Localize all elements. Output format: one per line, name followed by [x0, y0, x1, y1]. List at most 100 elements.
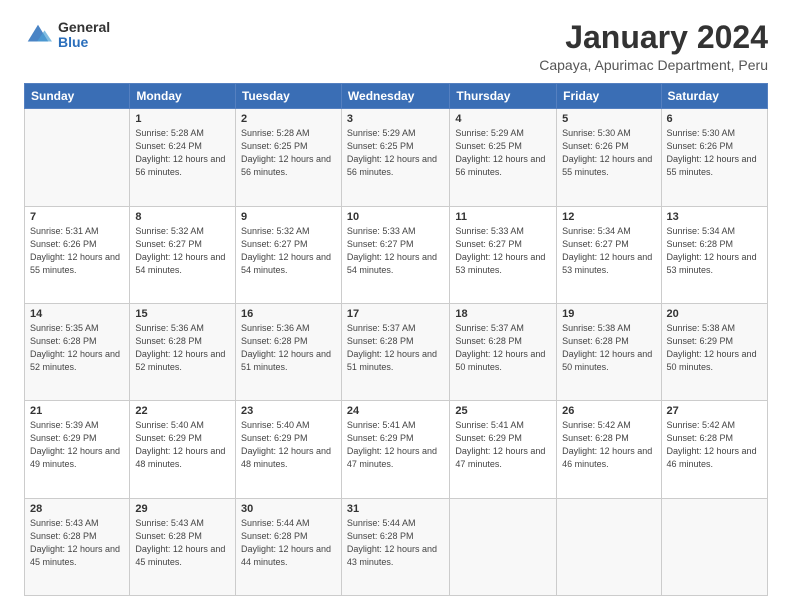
table-row: 31 Sunrise: 5:44 AMSunset: 6:28 PMDayligh…	[341, 498, 449, 595]
day-number: 14	[30, 308, 124, 320]
table-row: 29Sunrise: 5:43 AMSunset: 6:28 PMDayligh…	[130, 498, 236, 595]
day-info: Sunrise: 5:30 AMSunset: 6:26 PMDaylight:…	[667, 128, 757, 177]
day-info: Sunrise: 5:44 AMSunset: 6:28 PMDaylight:…	[241, 518, 331, 567]
day-number: 4	[455, 113, 551, 125]
day-number: 15	[135, 308, 230, 320]
table-row: 10 Sunrise: 5:33 AMSunset: 6:27 PMDayligh…	[341, 206, 449, 303]
day-info: Sunrise: 5:32 AMSunset: 6:27 PMDaylight:…	[241, 226, 331, 275]
day-info: Sunrise: 5:34 AMSunset: 6:28 PMDaylight:…	[667, 226, 757, 275]
table-row: 25Sunrise: 5:41 AMSunset: 6:29 PMDayligh…	[450, 401, 557, 498]
logo-text: General Blue	[58, 20, 110, 51]
day-info: Sunrise: 5:42 AMSunset: 6:28 PMDaylight:…	[562, 420, 652, 469]
calendar-table: Sunday Monday Tuesday Wednesday Thursday…	[24, 83, 768, 596]
table-row: 18 Sunrise: 5:37 AMSunset: 6:28 PMDayligh…	[450, 303, 557, 400]
table-row: 6 Sunrise: 5:30 AMSunset: 6:26 PMDaylight…	[661, 109, 767, 206]
day-number: 24	[347, 405, 444, 417]
table-row: 24 Sunrise: 5:41 AMSunset: 6:29 PMDayligh…	[341, 401, 449, 498]
day-info: Sunrise: 5:36 AMSunset: 6:28 PMDaylight:…	[135, 323, 225, 372]
calendar-week-5: 28 Sunrise: 5:43 AMSunset: 6:28 PMDayligh…	[25, 498, 768, 595]
col-thursday: Thursday	[450, 84, 557, 109]
day-info: Sunrise: 5:38 AMSunset: 6:29 PMDaylight:…	[667, 323, 757, 372]
location-subtitle: Capaya, Apurimac Department, Peru	[539, 57, 768, 73]
table-row: 1 Sunrise: 5:28 AMSunset: 6:24 PMDaylight…	[130, 109, 236, 206]
table-row: 13 Sunrise: 5:34 AMSunset: 6:28 PMDayligh…	[661, 206, 767, 303]
calendar-header: Sunday Monday Tuesday Wednesday Thursday…	[25, 84, 768, 109]
calendar-page: General Blue January 2024 Capaya, Apurim…	[0, 0, 792, 612]
table-row: 23 Sunrise: 5:40 AMSunset: 6:29 PMDayligh…	[235, 401, 341, 498]
day-number: 10	[347, 211, 444, 223]
day-info: Sunrise: 5:28 AMSunset: 6:24 PMDaylight:…	[135, 128, 225, 177]
table-row	[25, 109, 130, 206]
calendar-week-3: 14 Sunrise: 5:35 AMSunset: 6:28 PMDayligh…	[25, 303, 768, 400]
day-number: 19	[562, 308, 655, 320]
table-row: 26 Sunrise: 5:42 AMSunset: 6:28 PMDayligh…	[557, 401, 661, 498]
day-number: 1	[135, 113, 230, 125]
day-number: 7	[30, 211, 124, 223]
table-row: 2 Sunrise: 5:28 AMSunset: 6:25 PMDaylight…	[235, 109, 341, 206]
day-info: Sunrise: 5:31 AMSunset: 6:26 PMDaylight:…	[30, 226, 120, 275]
table-row: 21 Sunrise: 5:39 AMSunset: 6:29 PMDayligh…	[25, 401, 130, 498]
table-row: 20Sunrise: 5:38 AMSunset: 6:29 PMDayligh…	[661, 303, 767, 400]
table-row: 30Sunrise: 5:44 AMSunset: 6:28 PMDayligh…	[235, 498, 341, 595]
day-info: Sunrise: 5:33 AMSunset: 6:27 PMDaylight:…	[347, 226, 437, 275]
logo-icon	[24, 21, 52, 49]
logo-general: General	[58, 20, 110, 35]
table-row: 27Sunrise: 5:42 AMSunset: 6:28 PMDayligh…	[661, 401, 767, 498]
day-number: 2	[241, 113, 336, 125]
day-number: 26	[562, 405, 655, 417]
day-info: Sunrise: 5:42 AMSunset: 6:28 PMDaylight:…	[667, 420, 757, 469]
day-info: Sunrise: 5:36 AMSunset: 6:28 PMDaylight:…	[241, 323, 331, 372]
col-sunday: Sunday	[25, 84, 130, 109]
calendar-week-4: 21 Sunrise: 5:39 AMSunset: 6:29 PMDayligh…	[25, 401, 768, 498]
table-row: 8Sunrise: 5:32 AMSunset: 6:27 PMDaylight…	[130, 206, 236, 303]
day-info: Sunrise: 5:41 AMSunset: 6:29 PMDaylight:…	[347, 420, 437, 469]
table-row: 9 Sunrise: 5:32 AMSunset: 6:27 PMDaylight…	[235, 206, 341, 303]
day-info: Sunrise: 5:40 AMSunset: 6:29 PMDaylight:…	[241, 420, 331, 469]
day-info: Sunrise: 5:43 AMSunset: 6:28 PMDaylight:…	[135, 518, 225, 567]
table-row: 16 Sunrise: 5:36 AMSunset: 6:28 PMDayligh…	[235, 303, 341, 400]
day-info: Sunrise: 5:30 AMSunset: 6:26 PMDaylight:…	[562, 128, 652, 177]
col-tuesday: Tuesday	[235, 84, 341, 109]
day-number: 31	[347, 503, 444, 515]
day-info: Sunrise: 5:35 AMSunset: 6:28 PMDaylight:…	[30, 323, 120, 372]
day-number: 16	[241, 308, 336, 320]
table-row: 5 Sunrise: 5:30 AMSunset: 6:26 PMDaylight…	[557, 109, 661, 206]
table-row: 28 Sunrise: 5:43 AMSunset: 6:28 PMDayligh…	[25, 498, 130, 595]
month-title: January 2024	[539, 20, 768, 55]
day-number: 18	[455, 308, 551, 320]
day-info: Sunrise: 5:33 AMSunset: 6:27 PMDaylight:…	[455, 226, 545, 275]
table-row: 17 Sunrise: 5:37 AMSunset: 6:28 PMDayligh…	[341, 303, 449, 400]
table-row: 4 Sunrise: 5:29 AMSunset: 6:25 PMDaylight…	[450, 109, 557, 206]
day-info: Sunrise: 5:28 AMSunset: 6:25 PMDaylight:…	[241, 128, 331, 177]
day-number: 9	[241, 211, 336, 223]
logo-blue: Blue	[58, 35, 110, 50]
day-info: Sunrise: 5:29 AMSunset: 6:25 PMDaylight:…	[455, 128, 545, 177]
table-row: 11Sunrise: 5:33 AMSunset: 6:27 PMDayligh…	[450, 206, 557, 303]
day-number: 6	[667, 113, 762, 125]
table-row	[557, 498, 661, 595]
col-friday: Friday	[557, 84, 661, 109]
day-number: 21	[30, 405, 124, 417]
table-row: 22Sunrise: 5:40 AMSunset: 6:29 PMDayligh…	[130, 401, 236, 498]
calendar-week-1: 1 Sunrise: 5:28 AMSunset: 6:24 PMDaylight…	[25, 109, 768, 206]
day-info: Sunrise: 5:37 AMSunset: 6:28 PMDaylight:…	[455, 323, 545, 372]
day-info: Sunrise: 5:32 AMSunset: 6:27 PMDaylight:…	[135, 226, 225, 275]
day-info: Sunrise: 5:34 AMSunset: 6:27 PMDaylight:…	[562, 226, 652, 275]
day-number: 25	[455, 405, 551, 417]
day-number: 13	[667, 211, 762, 223]
day-info: Sunrise: 5:39 AMSunset: 6:29 PMDaylight:…	[30, 420, 120, 469]
table-row: 7 Sunrise: 5:31 AMSunset: 6:26 PMDaylight…	[25, 206, 130, 303]
day-number: 28	[30, 503, 124, 515]
day-info: Sunrise: 5:37 AMSunset: 6:28 PMDaylight:…	[347, 323, 437, 372]
header-row: Sunday Monday Tuesday Wednesday Thursday…	[25, 84, 768, 109]
day-info: Sunrise: 5:44 AMSunset: 6:28 PMDaylight:…	[347, 518, 437, 567]
table-row: 14 Sunrise: 5:35 AMSunset: 6:28 PMDayligh…	[25, 303, 130, 400]
day-info: Sunrise: 5:43 AMSunset: 6:28 PMDaylight:…	[30, 518, 120, 567]
day-number: 23	[241, 405, 336, 417]
day-number: 17	[347, 308, 444, 320]
title-block: January 2024 Capaya, Apurimac Department…	[539, 20, 768, 73]
col-monday: Monday	[130, 84, 236, 109]
day-number: 5	[562, 113, 655, 125]
calendar-week-2: 7 Sunrise: 5:31 AMSunset: 6:26 PMDaylight…	[25, 206, 768, 303]
table-row	[661, 498, 767, 595]
